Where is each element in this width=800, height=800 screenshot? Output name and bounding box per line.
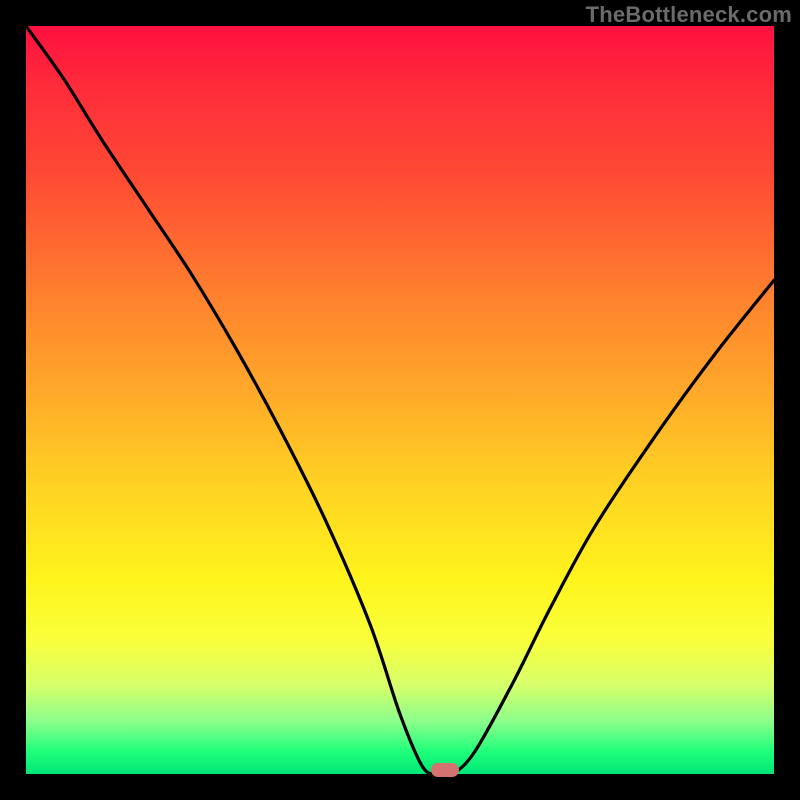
plot-area — [26, 26, 774, 774]
bottleneck-curve — [26, 26, 774, 774]
chart-frame: TheBottleneck.com — [0, 0, 800, 800]
watermark-label: TheBottleneck.com — [586, 2, 792, 28]
min-marker — [431, 763, 459, 777]
